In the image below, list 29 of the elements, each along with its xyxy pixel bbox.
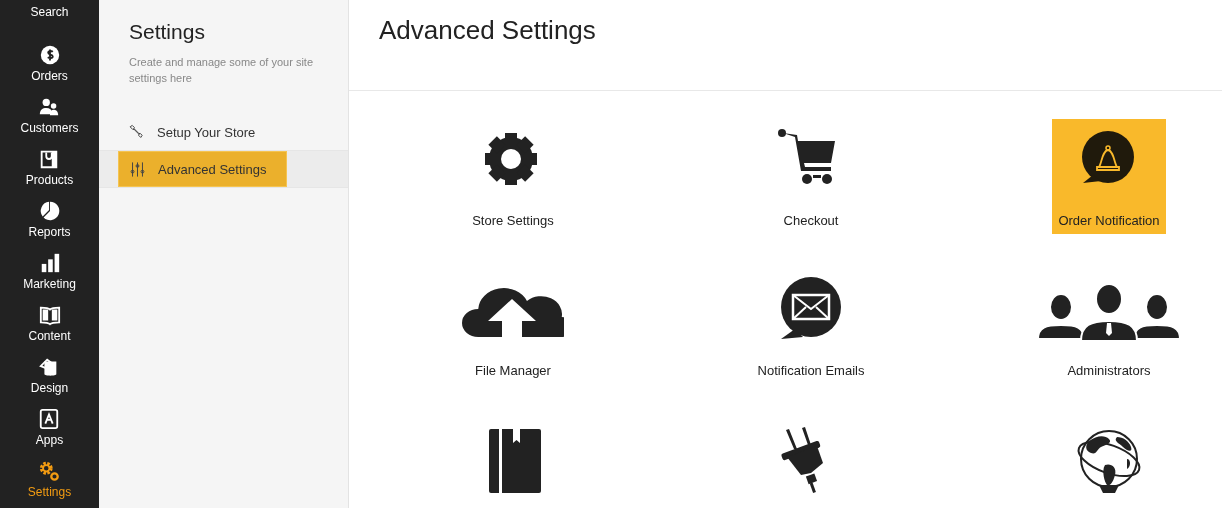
settings-menu-item[interactable]: Advanced Settings xyxy=(118,151,287,187)
nav-item[interactable]: Reports xyxy=(28,187,71,239)
settings-tile[interactable]: Administrators xyxy=(1029,269,1189,384)
settings-menu-item[interactable]: Setup Your Store xyxy=(118,114,266,150)
app-icon xyxy=(38,408,61,430)
settings-tile[interactable]: Store Settings xyxy=(463,119,563,234)
nav-item[interactable]: Search xyxy=(30,5,69,21)
settings-tile[interactable]: Notification Emails xyxy=(751,269,871,384)
open-book-icon xyxy=(38,304,61,326)
users-icon xyxy=(38,96,61,118)
panel-description: Create and manage some of your site settings here xyxy=(129,55,315,86)
nav-item[interactable]: Design xyxy=(30,343,69,395)
nav-item[interactable]: Apps xyxy=(35,395,64,447)
dollar-icon xyxy=(38,44,61,66)
settings-tile[interactable]: Order Notification xyxy=(1052,119,1166,234)
wrench-icon xyxy=(128,123,145,141)
pie-chart-icon xyxy=(38,200,61,222)
settings-tile[interactable]: Checkout xyxy=(761,119,861,234)
nav-item[interactable]: Products xyxy=(25,135,74,187)
sliders-icon xyxy=(129,160,146,178)
page-title: Advanced Settings xyxy=(379,15,597,46)
nav-item[interactable]: Content xyxy=(28,291,71,343)
nav-item[interactable]: Settings xyxy=(27,447,72,499)
panel-title: Settings xyxy=(129,20,206,44)
gears-icon xyxy=(38,460,61,482)
nav-item[interactable]: Marketing xyxy=(23,239,76,291)
settings-tile[interactable]: File Manager xyxy=(456,269,570,384)
nav-item[interactable]: Customers xyxy=(20,83,79,135)
nav-item[interactable]: Orders xyxy=(31,31,68,83)
